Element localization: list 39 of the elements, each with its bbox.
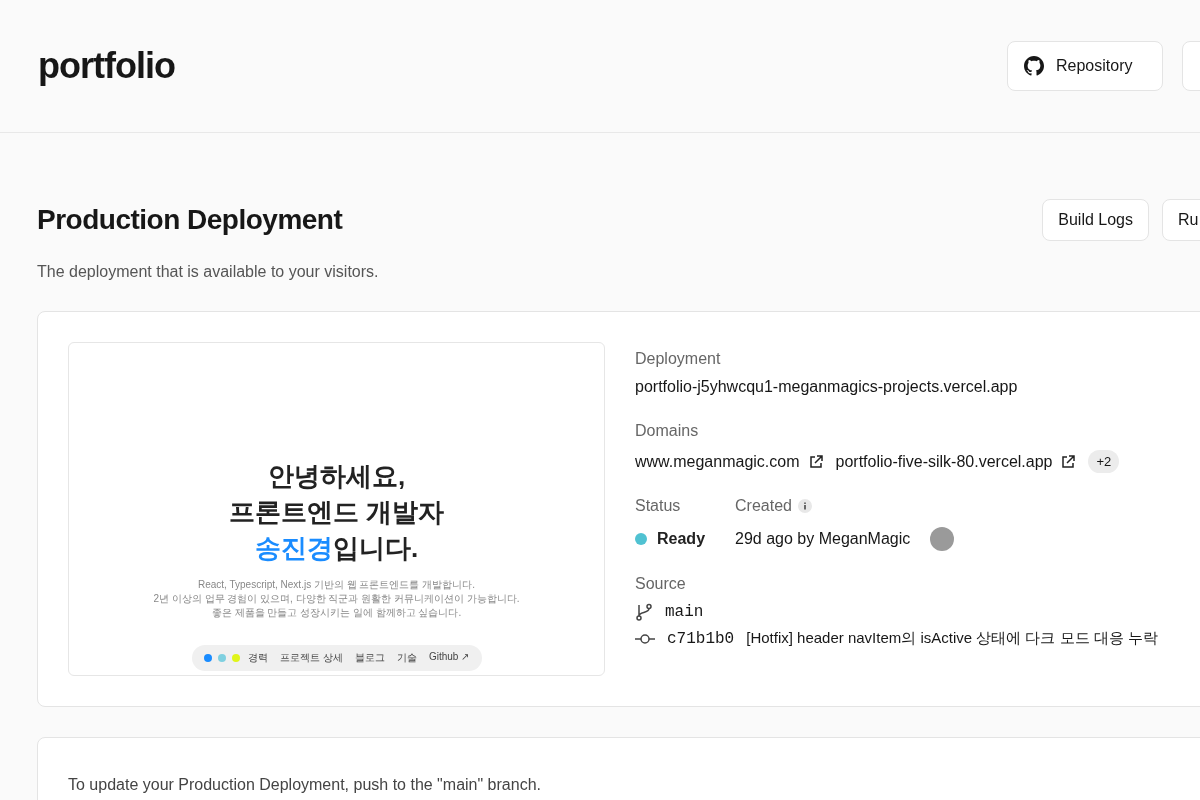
preview-nav-item: 기술 <box>396 651 417 665</box>
preview-nav-item: 블로그 <box>354 651 385 665</box>
domain-link[interactable]: www.meganmagic.com <box>635 452 800 471</box>
dot-icon <box>203 654 212 662</box>
commit-message: [Hotfix] header navItem의 isActive 상태에 다크 모드 대응 누락 <box>746 629 1158 648</box>
branch-name[interactable]: main <box>665 603 704 621</box>
avatar <box>930 527 955 551</box>
dot-icon <box>217 654 226 662</box>
external-link-icon[interactable] <box>807 453 824 470</box>
deployment-label: Deployment <box>635 349 722 369</box>
domain-link[interactable]: portfolio-five-silk-80.vercel.app <box>835 452 1053 471</box>
status-text: Ready <box>657 529 706 549</box>
created-text: 29d ago by MeganMagic <box>735 529 911 549</box>
repository-button[interactable]: Repository <box>1007 41 1163 91</box>
section-title: Production Deployment <box>37 204 343 236</box>
info-icon[interactable] <box>797 499 812 513</box>
preview-nav-item: 프로젝트 상세 <box>280 651 343 665</box>
external-link-icon[interactable] <box>1060 453 1077 470</box>
dot-icon <box>231 654 240 662</box>
site-preview[interactable]: 안녕하세요, 프론트엔드 개발자 송진경입니다. React, Typescript, Next.js 기반의 웹 프론트엔드를 개발합니다. 2년 이상의 업무 경험이 있으며, 다양한 직군과 원활한 커뮤니케이션이 가능합니다. 좋은 제품을 만들고 성장시키는 일에 함께하고 싶습니다. 경력 프로젝트 상세 블로그 기술 Github ↗ <box>68 342 605 676</box>
preview-nav-item: Github ↗ <box>428 651 470 664</box>
status-label: Status <box>635 496 682 516</box>
preview-headline: 안녕하세요, 프론트엔드 개발자 송진경입니다. <box>228 460 445 565</box>
source-label: Source <box>635 574 687 594</box>
github-icon <box>1024 56 1044 76</box>
branch-icon <box>635 603 653 621</box>
preview-nav-item: 경력 <box>248 651 269 665</box>
build-logs-button[interactable]: Build Logs <box>1042 199 1149 241</box>
commit-hash[interactable]: c71b1b0 <box>667 629 735 648</box>
toolbar-button[interactable]: Ru <box>1162 199 1200 241</box>
section-subtitle: The deployment that is available to your visitors. <box>37 263 380 281</box>
domains-label: Domains <box>635 421 700 441</box>
logo[interactable]: portfolio <box>38 45 175 87</box>
deployment-url[interactable]: portfolio-j5yhwcqu1-meganmagics-projects.vercel.app <box>635 376 1158 398</box>
update-note: To update your Production Deployment, push to the "main" branch. <box>68 776 541 793</box>
commit-icon <box>635 632 655 645</box>
more-domains-badge[interactable]: +2 <box>1088 450 1120 473</box>
created-label: Created <box>735 496 792 516</box>
preview-description: React, Typescript, Next.js 기반의 웹 프론트엔드를 개발합니다. 2년 이상의 업무 경험이 있으며, 다양한 직군과 원활한 커뮤니케이션이 가능합니다. 좋은 제품을 만들고 성장시키는 일에 함께하고 싶습니다. <box>153 578 520 620</box>
